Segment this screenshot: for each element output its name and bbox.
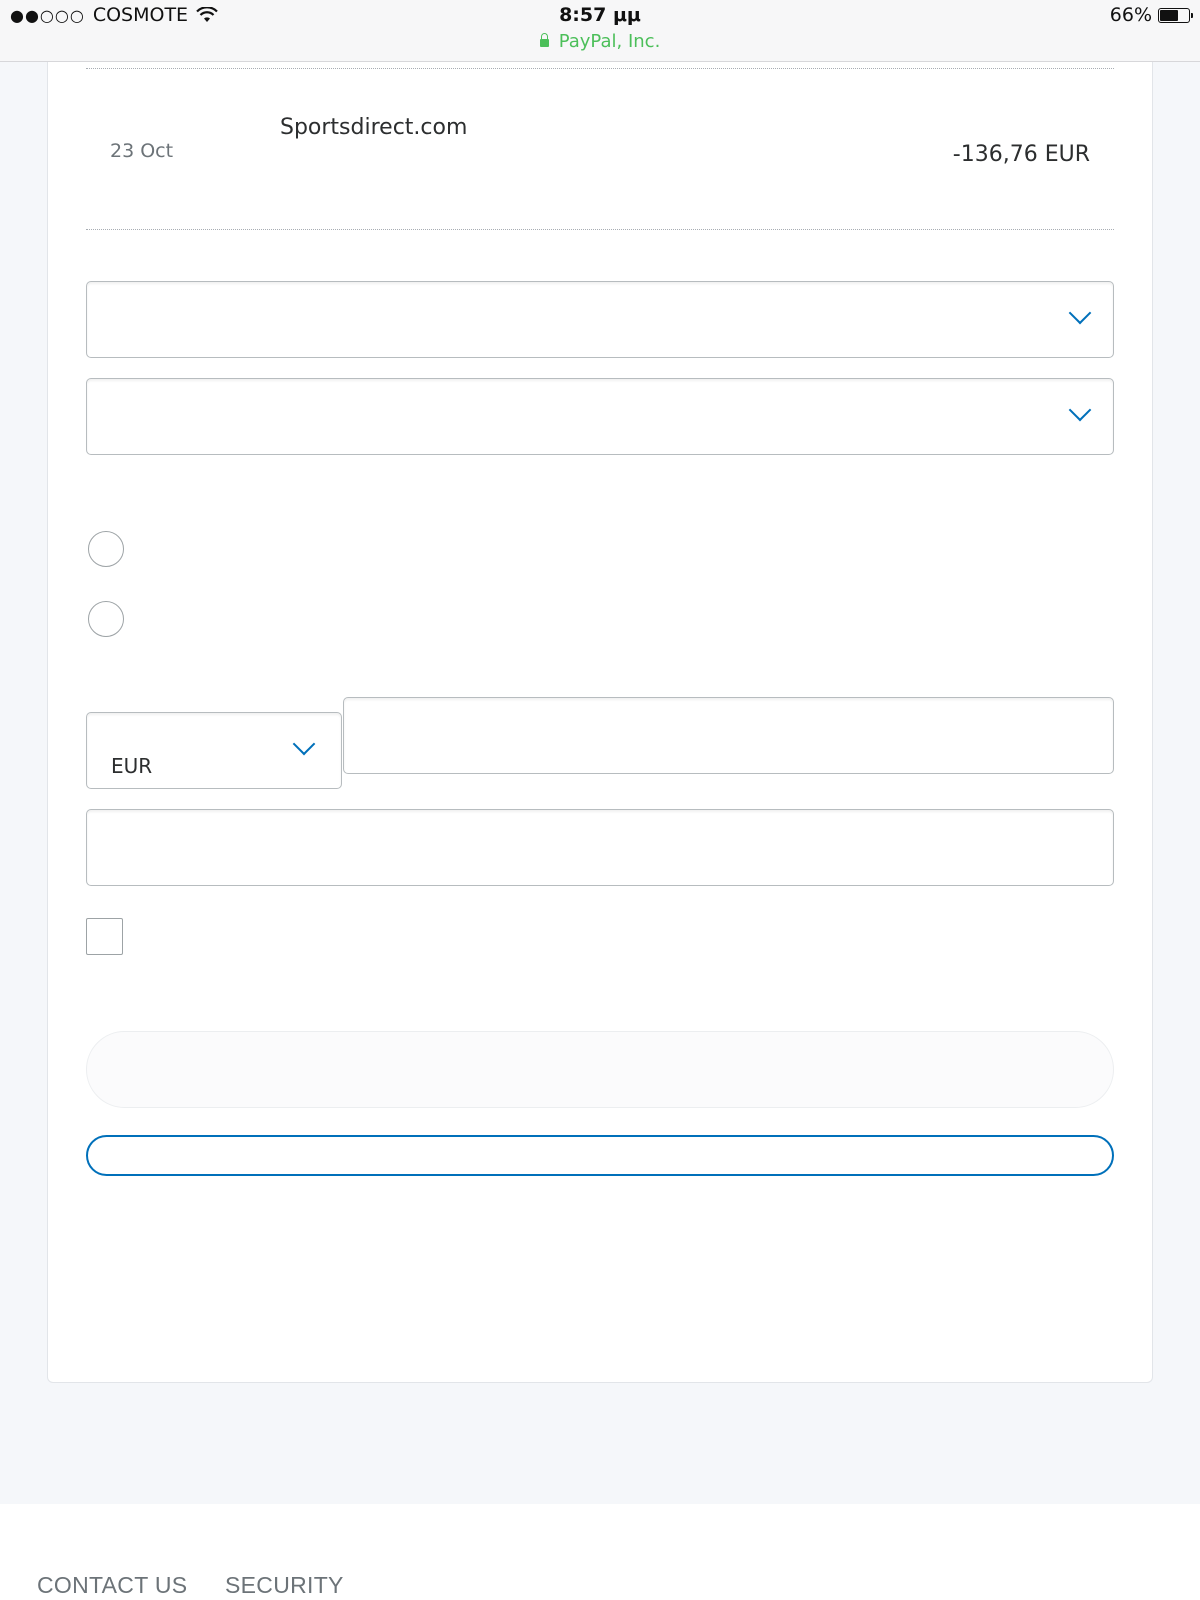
footer-link-security[interactable]: SECURITY bbox=[225, 1572, 344, 1599]
status-right: 66% bbox=[1109, 4, 1193, 26]
battery-icon bbox=[1158, 7, 1193, 23]
transaction-merchant: Sportsdirect.com bbox=[280, 115, 468, 140]
address-bar[interactable]: PayPal, Inc. bbox=[0, 31, 1200, 52]
chevron-down-icon bbox=[1068, 398, 1092, 422]
divider-top bbox=[86, 68, 1114, 69]
primary-button[interactable] bbox=[86, 1031, 1114, 1108]
dropdown-2[interactable] bbox=[86, 378, 1114, 455]
currency-select[interactable]: EUR bbox=[86, 712, 342, 789]
chevron-down-icon bbox=[1068, 301, 1092, 325]
radio-option-1[interactable] bbox=[88, 531, 124, 567]
footer: CONTACT US SECURITY bbox=[0, 1504, 1200, 1600]
text-input[interactable] bbox=[86, 809, 1114, 886]
transaction-amount: -136,76 EUR bbox=[952, 142, 1090, 167]
amount-input[interactable] bbox=[343, 697, 1114, 774]
divider-bottom bbox=[86, 229, 1114, 230]
battery-fill bbox=[1160, 9, 1178, 21]
footer-link-contact-us[interactable]: CONTACT US bbox=[37, 1572, 187, 1599]
chevron-down-icon bbox=[292, 732, 316, 756]
site-name: PayPal, Inc. bbox=[558, 31, 661, 52]
battery-percent: 66% bbox=[1109, 4, 1152, 26]
clock: 8:57 μμ bbox=[559, 4, 641, 26]
transaction-date: 23 Oct bbox=[110, 140, 174, 162]
dropdown-1[interactable] bbox=[86, 281, 1114, 358]
currency-value: EUR bbox=[111, 754, 153, 778]
radio-option-2[interactable] bbox=[88, 601, 124, 637]
lock-icon bbox=[539, 33, 549, 47]
checkbox[interactable] bbox=[86, 918, 123, 955]
secondary-button[interactable] bbox=[86, 1135, 1114, 1176]
status-bar: ●●○○○ COSMOTE 8:57 μμ PayPal, Inc. 66% bbox=[0, 0, 1200, 62]
